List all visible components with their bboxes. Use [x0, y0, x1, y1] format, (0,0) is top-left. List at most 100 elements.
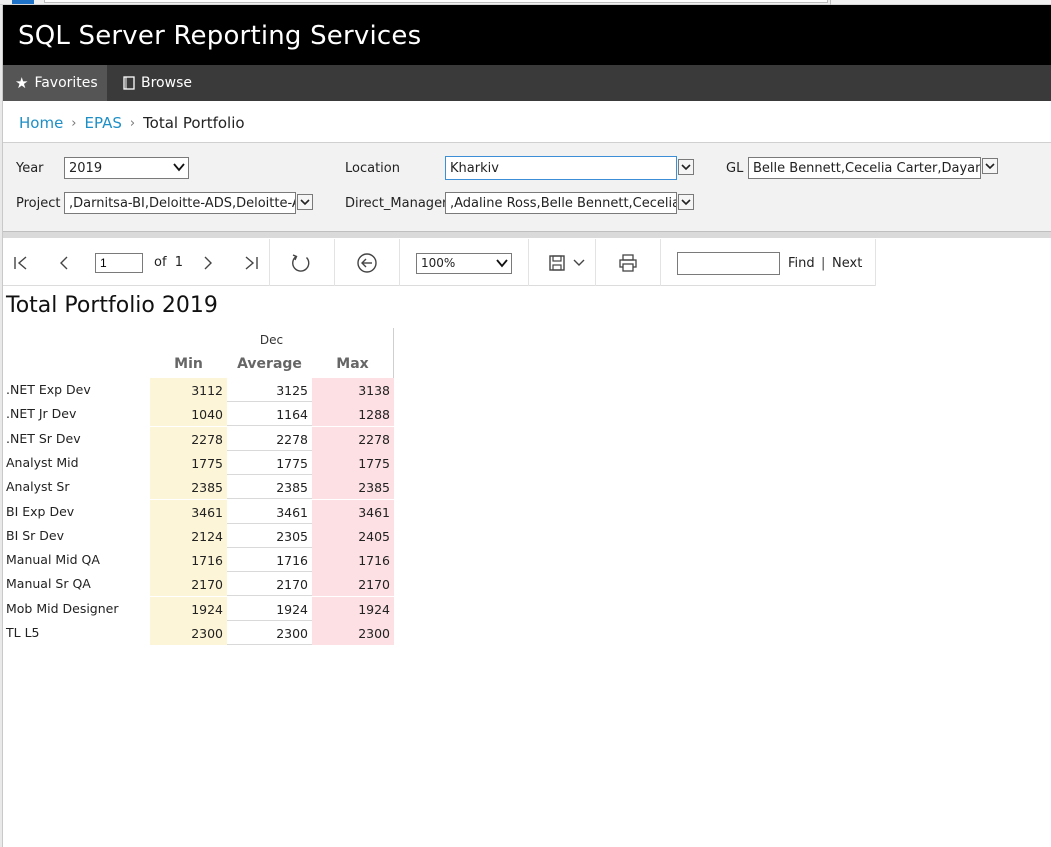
cell-max: 2385 — [312, 475, 394, 500]
cell-average: 2305 — [227, 523, 312, 548]
chevron-down-icon[interactable] — [568, 252, 590, 274]
table-row: TL L5 2300 2300 2300 — [6, 621, 394, 645]
table-row: BI Sr Dev 2124 2305 2405 — [6, 523, 394, 548]
find-next-button[interactable]: Next — [832, 256, 862, 271]
zoom-select[interactable]: 100% — [416, 253, 512, 274]
export-group — [529, 239, 596, 286]
row-label: .NET Exp Dev — [6, 382, 91, 397]
cell-max: 2170 — [312, 572, 394, 597]
cell-max: 3138 — [312, 378, 394, 402]
cell-max: 3461 — [312, 499, 394, 524]
project-dropdown-button[interactable] — [297, 194, 313, 210]
cell-average: 1775 — [227, 450, 312, 475]
cell-max: 1775 — [312, 450, 394, 475]
row-label: .NET Jr Dev — [6, 406, 77, 422]
cell-min: 3461 — [150, 499, 227, 524]
location-value: Kharkiv — [450, 160, 499, 176]
cell-min: 1040 — [150, 402, 227, 427]
cell-min: 1924 — [150, 596, 227, 621]
project-field[interactable]: ,Darnitsa-BI,Deloitte-ADS,Deloitte-Arc — [64, 192, 296, 214]
page-icon — [123, 76, 135, 90]
column-header-min: Min — [174, 356, 203, 372]
back-to-parent-icon[interactable] — [356, 252, 378, 274]
nav-bar: ★ Favorites Browse — [3, 65, 1051, 101]
cell-average: 1924 — [227, 596, 312, 621]
report-toolbar: of 1 100% Find — [3, 239, 876, 286]
parameters-divider — [3, 232, 1051, 238]
year-value: 2019 — [69, 160, 103, 176]
cell-max: 1924 — [312, 596, 394, 621]
year-select[interactable]: 2019 — [64, 157, 189, 179]
nav-favorites[interactable]: ★ Favorites — [3, 65, 107, 101]
cell-min: 2300 — [150, 621, 227, 645]
star-icon: ★ — [15, 74, 29, 92]
cell-average: 2170 — [227, 572, 312, 597]
project-label: Project — [16, 196, 61, 211]
parameters-panel: Year 2019 Location Kharkiv GL Belle Benn… — [3, 142, 1051, 232]
gl-field[interactable]: Belle Bennett,Cecelia Carter,Dayana Co — [748, 157, 981, 179]
cell-max: 1716 — [312, 548, 394, 573]
project-value: ,Darnitsa-BI,Deloitte-ADS,Deloitte-Arc — [69, 195, 296, 211]
table-row: .NET Exp Dev 3112 3125 3138 — [6, 378, 394, 402]
location-label: Location — [345, 161, 400, 176]
cell-average: 3125 — [227, 378, 312, 402]
row-label: Mob Mid Designer — [6, 600, 119, 616]
chevron-down-icon — [496, 257, 508, 272]
app-header: SQL Server Reporting Services — [3, 5, 1051, 65]
browser-address-bar[interactable] — [44, 0, 828, 3]
cell-min: 3112 — [150, 378, 227, 402]
zoom-value: 100% — [421, 256, 456, 270]
refresh-group — [270, 239, 335, 286]
cell-average: 3461 — [227, 499, 312, 524]
back-group — [335, 239, 400, 286]
row-label: Analyst Mid — [6, 454, 79, 470]
location-field[interactable]: Kharkiv — [445, 156, 677, 180]
nav-browse[interactable]: Browse — [111, 65, 201, 101]
row-label: BI Exp Dev — [6, 503, 75, 519]
breadcrumb-current: Total Portfolio — [143, 114, 245, 132]
save-icon[interactable] — [546, 252, 568, 274]
cell-min: 1775 — [150, 450, 227, 475]
find-input[interactable] — [677, 252, 780, 275]
first-page-icon[interactable] — [10, 252, 32, 274]
cell-max: 2405 — [312, 523, 394, 548]
previous-page-icon[interactable] — [53, 252, 75, 274]
chevron-down-icon — [173, 161, 185, 176]
row-label: Analyst Sr — [6, 479, 70, 495]
manager-dropdown-button[interactable] — [678, 194, 694, 210]
cell-average: 1716 — [227, 548, 312, 573]
nav-browse-label: Browse — [141, 75, 192, 91]
breadcrumb-home[interactable]: Home — [19, 114, 63, 132]
cell-max: 1288 — [312, 402, 394, 427]
report-title: Total Portfolio 2019 — [6, 293, 218, 318]
manager-value: ,Adaline Ross,Belle Bennett,Cecelia Ca — [450, 195, 677, 211]
app-title: SQL Server Reporting Services — [18, 21, 422, 51]
find-button[interactable]: Find — [788, 256, 815, 271]
page-number-input[interactable] — [95, 253, 143, 273]
location-dropdown-button[interactable] — [678, 159, 694, 175]
gl-label: GL — [726, 161, 744, 176]
page-nav-group: of 1 — [3, 239, 270, 286]
total-pages: 1 — [174, 255, 184, 270]
gl-dropdown-button[interactable] — [982, 158, 998, 174]
manager-field[interactable]: ,Adaline Ross,Belle Bennett,Cecelia Ca — [445, 192, 677, 214]
row-label: Manual Sr QA — [6, 576, 91, 592]
manager-label: Direct_Manager — [345, 196, 448, 211]
table-row: .NET Jr Dev 1040 1164 1288 — [6, 402, 394, 427]
column-header-average: Average — [237, 356, 302, 372]
print-icon[interactable] — [617, 252, 639, 274]
refresh-icon[interactable] — [290, 252, 312, 274]
chevron-right-icon: › — [71, 115, 77, 131]
gl-value: Belle Bennett,Cecelia Carter,Dayana Co — [753, 160, 980, 176]
page-of-label: of 1 — [154, 255, 184, 270]
breadcrumb: Home › EPAS › Total Portfolio — [19, 112, 245, 134]
cell-min: 2170 — [150, 572, 227, 597]
last-page-icon[interactable] — [240, 252, 262, 274]
row-label: .NET Sr Dev — [6, 430, 81, 446]
cell-min: 2278 — [150, 426, 227, 451]
column-group-header: Dec — [259, 333, 284, 347]
next-page-icon[interactable] — [197, 252, 219, 274]
cell-average: 1164 — [227, 402, 312, 427]
breadcrumb-epas[interactable]: EPAS — [85, 114, 122, 132]
cell-max: 2300 — [312, 621, 394, 645]
